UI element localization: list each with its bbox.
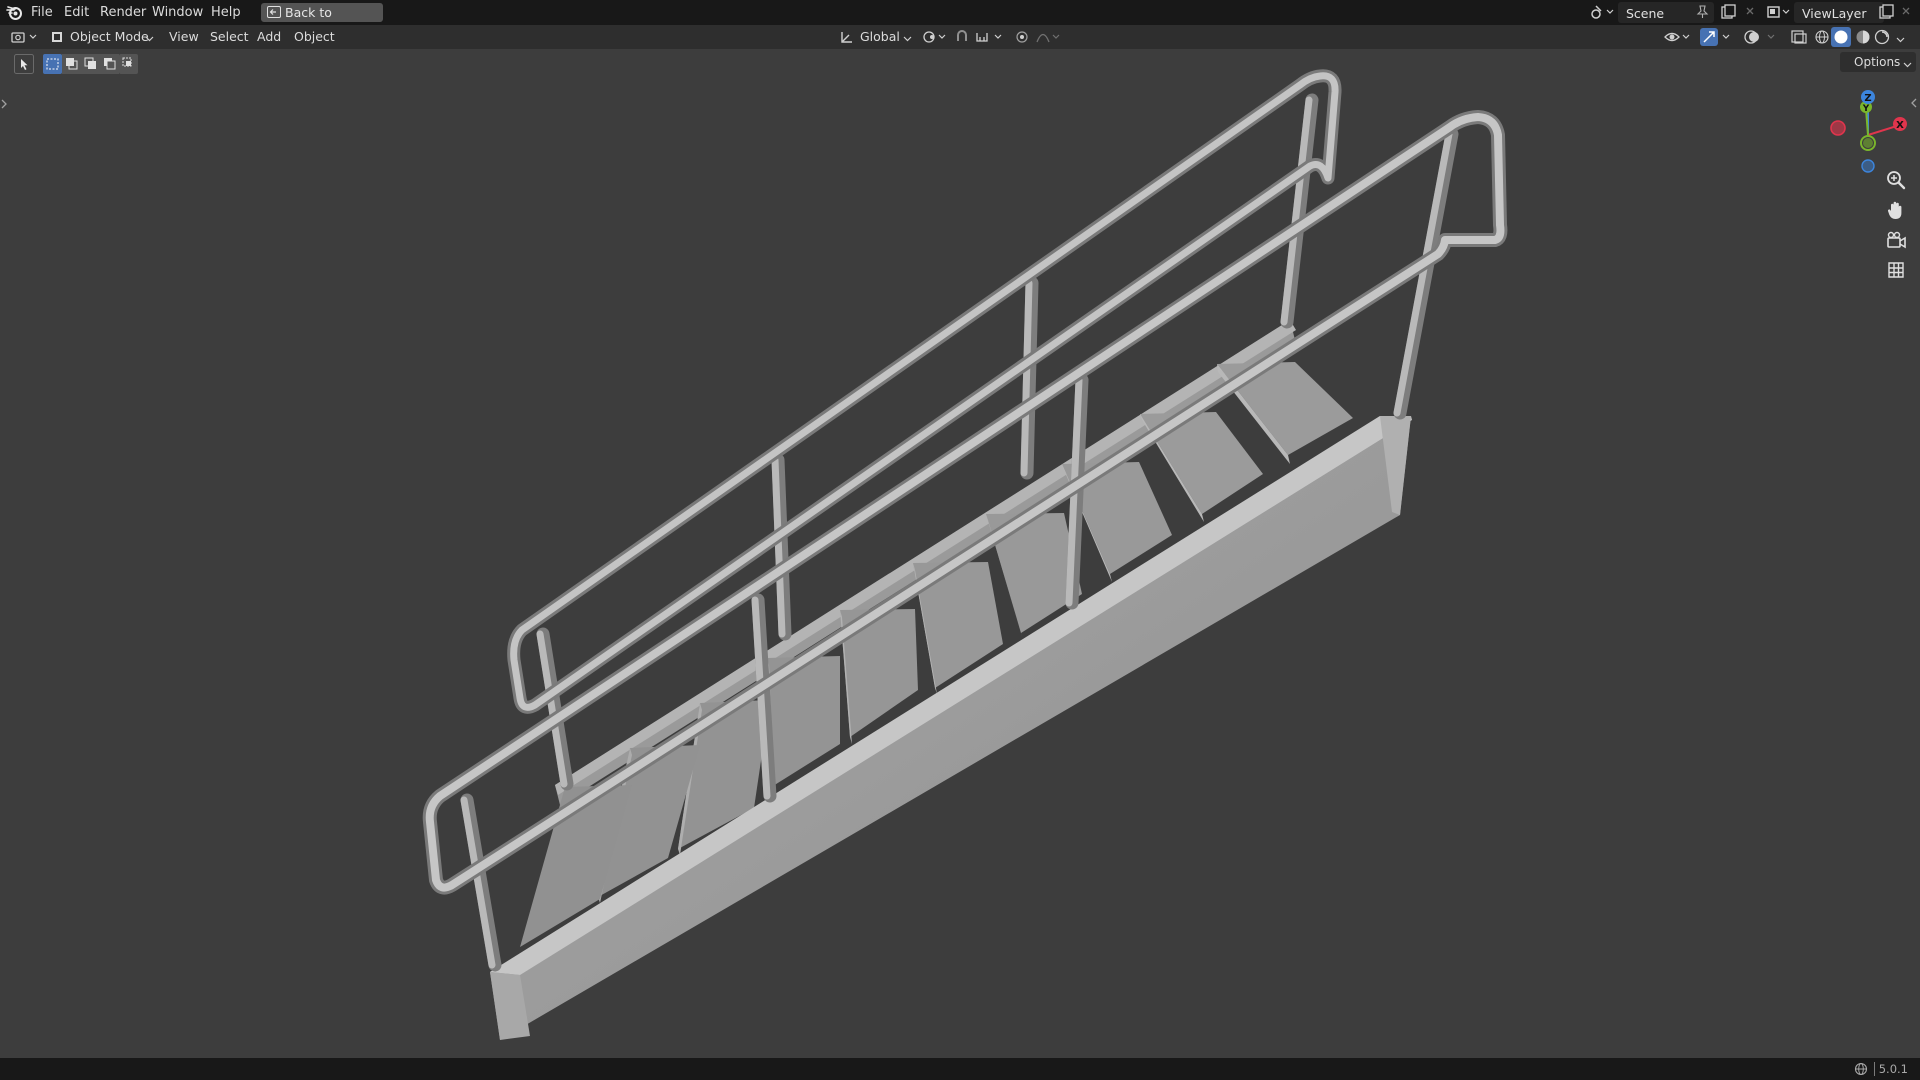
- view-layer-icon[interactable]: [1766, 4, 1792, 24]
- selection-mode-group: [43, 54, 139, 74]
- staircase-model: [422, 69, 1508, 1040]
- hand-pan-icon[interactable]: [1885, 199, 1907, 221]
- status-bar: 5.0.1: [0, 1058, 1920, 1080]
- grid-icon[interactable]: [1885, 259, 1907, 281]
- solid-shading-icon[interactable]: [1831, 27, 1851, 51]
- close-scene-icon[interactable]: [1744, 5, 1756, 21]
- set-new-selection-icon[interactable]: [43, 54, 62, 78]
- rendered-shading-icon[interactable]: [1874, 29, 1890, 49]
- toolbar-toggle-icon[interactable]: [0, 98, 8, 114]
- menu-help[interactable]: Help: [211, 4, 241, 21]
- pivot-icon[interactable]: [922, 29, 950, 49]
- gizmo-z-label: Z: [1864, 93, 1871, 104]
- select-tool-icon[interactable]: [14, 54, 34, 78]
- options-label: Options: [1854, 55, 1901, 69]
- version-label: 5.0.1: [1878, 1062, 1908, 1076]
- extend-selection-icon[interactable]: [62, 54, 81, 78]
- subtract-selection-icon[interactable]: [81, 54, 100, 78]
- menu-render[interactable]: Render: [100, 4, 146, 21]
- scene-name-field[interactable]: Scene: [1618, 2, 1714, 23]
- view-layer-name: ViewLayer: [1802, 6, 1867, 21]
- shading-options-chevron-icon[interactable]: [1896, 33, 1905, 48]
- zoom-icon[interactable]: [1885, 169, 1907, 191]
- invert-selection-icon[interactable]: [100, 54, 119, 78]
- top-menu-bar: File Edit Render Window Help Back to Pre…: [0, 0, 1920, 39]
- snap-icon[interactable]: [955, 29, 1007, 49]
- 3d-viewport[interactable]: Options Z Y X: [0, 49, 1920, 1058]
- proportional-edit-icon[interactable]: [1013, 29, 1063, 49]
- viewport-header: Object Mode View Select Add Object Globa…: [0, 25, 1920, 49]
- new-scene-icon[interactable]: [1720, 4, 1736, 24]
- gizmo-x-label: X: [1896, 120, 1904, 131]
- transform-orientation-label: Global: [860, 29, 900, 44]
- back-icon: [267, 6, 281, 18]
- wireframe-shading-icon[interactable]: [1814, 29, 1830, 49]
- editor-type-icon[interactable]: [10, 29, 40, 49]
- chevron-down-icon: [903, 32, 912, 47]
- gizmo-icon[interactable]: [1700, 28, 1734, 50]
- material-shading-icon[interactable]: [1855, 29, 1871, 49]
- menu-window[interactable]: Window: [152, 4, 203, 21]
- menu-select[interactable]: Select: [210, 29, 249, 44]
- transform-orientation-icon: [839, 30, 854, 49]
- transform-orientation-dropdown[interactable]: Global: [837, 27, 913, 47]
- gizmo-y-label: Y: [1862, 104, 1870, 114]
- close-view-layer-icon[interactable]: [1900, 5, 1912, 21]
- scene-type-icon[interactable]: [1590, 4, 1616, 24]
- xray-icon[interactable]: [1790, 29, 1808, 49]
- view-layer-field[interactable]: ViewLayer: [1794, 2, 1884, 23]
- menu-view[interactable]: View: [169, 29, 199, 44]
- scene-name: Scene: [1626, 6, 1665, 21]
- blender-logo-icon[interactable]: [6, 4, 23, 25]
- new-view-layer-icon[interactable]: [1878, 4, 1894, 24]
- camera-icon[interactable]: [1885, 229, 1907, 251]
- object-mode-dropdown[interactable]: Object Mode: [46, 27, 156, 47]
- status-divider: [1874, 1062, 1875, 1076]
- menu-object[interactable]: Object: [294, 29, 335, 44]
- menu-file[interactable]: File: [31, 4, 53, 21]
- overlay-icon[interactable]: [1744, 29, 1778, 49]
- pin-icon[interactable]: [1696, 5, 1709, 23]
- front-stringer: [490, 416, 1412, 1040]
- object-mode-icon: [50, 30, 64, 48]
- back-to-previous-button[interactable]: Back to Previous: [261, 3, 383, 39]
- object-mode-label: Object Mode: [70, 29, 149, 44]
- chevron-down-icon: [1903, 58, 1912, 73]
- network-icon[interactable]: [1854, 1062, 1868, 1080]
- visibility-icon[interactable]: [1664, 29, 1694, 49]
- menu-add[interactable]: Add: [257, 29, 281, 44]
- menu-edit[interactable]: Edit: [64, 4, 89, 21]
- chevron-down-icon: [145, 32, 154, 47]
- options-dropdown[interactable]: Options: [1840, 52, 1916, 72]
- intersect-selection-icon[interactable]: [119, 54, 138, 78]
